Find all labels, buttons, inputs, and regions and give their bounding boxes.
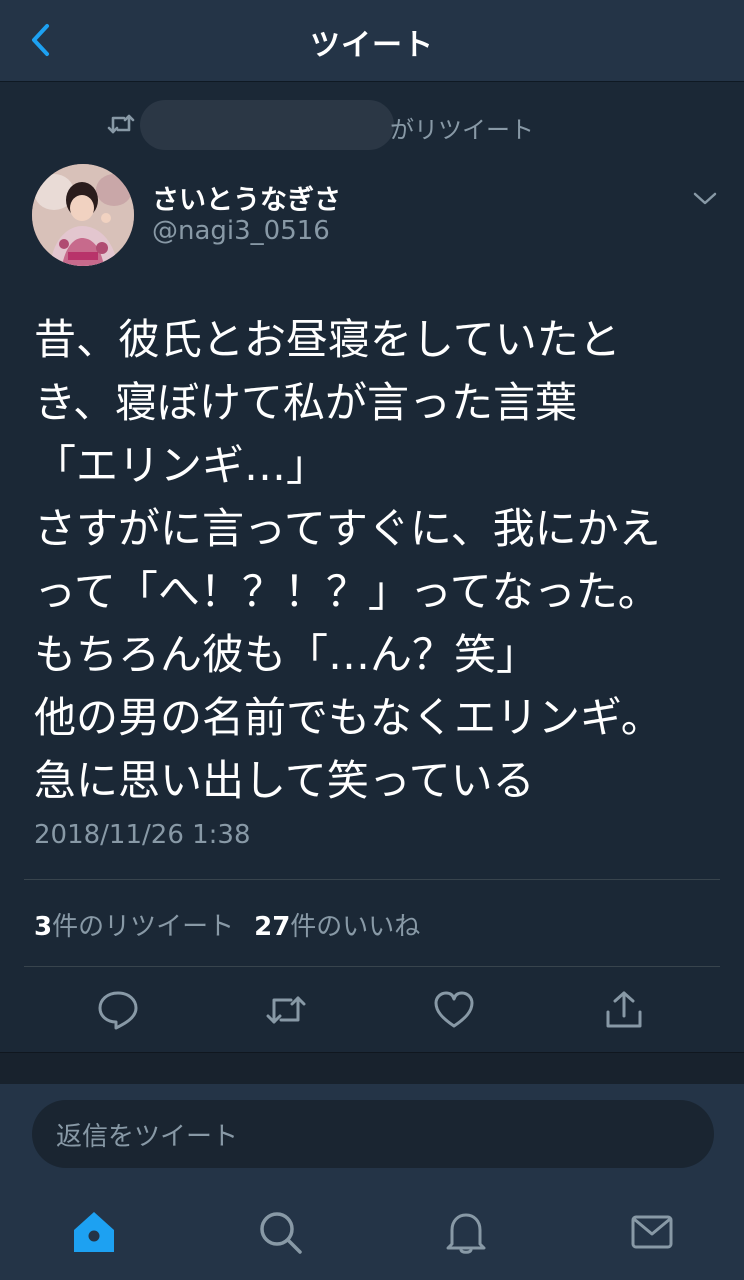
- reply-input[interactable]: 返信をツイート: [32, 1100, 714, 1168]
- like-icon[interactable]: [432, 988, 476, 1032]
- reply-placeholder: 返信をツイート: [56, 1121, 239, 1152]
- avatar-photo: [32, 164, 134, 266]
- search-icon[interactable]: [256, 1208, 304, 1256]
- top-bar: ツイート: [0, 0, 744, 82]
- tweet-line: 他の男の名前でもなくエリンギ。: [34, 693, 663, 742]
- tweet-line: き、寝ぼけて私が言った言葉: [34, 378, 578, 427]
- retweet-count-link[interactable]: 3件のリツイート: [34, 912, 234, 942]
- author-display-name[interactable]: さいとうなぎさ: [152, 178, 341, 217]
- retweet-icon[interactable]: [264, 988, 308, 1032]
- chevron-down-icon[interactable]: [690, 186, 720, 210]
- like-count-link[interactable]: 27件のいいね: [254, 912, 420, 942]
- tweet-stats: 3件のリツイート 27件のいいね: [34, 906, 420, 943]
- messages-icon[interactable]: [628, 1208, 676, 1256]
- reply-icon[interactable]: [96, 988, 140, 1032]
- retweet-count: 3: [34, 912, 53, 942]
- tweet-line: さすがに言ってすぐに、我にかえ: [34, 504, 661, 553]
- retweet-count-label: 件のリツイート: [52, 912, 235, 942]
- tweet-timestamp[interactable]: 2018/11/26 1:38: [34, 820, 251, 850]
- tweet-line: もちろん彼も「…ん？笑」: [34, 630, 539, 679]
- divider: [24, 966, 720, 967]
- retweet-icon: [107, 114, 135, 134]
- home-icon[interactable]: [70, 1208, 118, 1256]
- notifications-icon[interactable]: [442, 1208, 490, 1256]
- tweet-line: 昔、彼氏とお昼寝をしていたと: [34, 315, 621, 364]
- like-count: 27: [254, 912, 291, 942]
- tweet-line: 「エリンギ…」: [34, 441, 329, 490]
- retweet-context: がリツイート: [106, 100, 606, 150]
- divider: [24, 879, 720, 880]
- tweet-text: 昔、彼氏とお昼寝をしていたと き、寝ぼけて私が言った言葉 「エリンギ…」 さすが…: [34, 308, 714, 812]
- share-icon[interactable]: [602, 988, 646, 1032]
- tweet-line: 急に思い出して笑っている: [34, 756, 535, 805]
- redacted-retweeter-name: [140, 100, 394, 150]
- page-title: ツイート: [310, 28, 434, 63]
- avatar[interactable]: [32, 164, 134, 266]
- tweet-line: って「へ！？！？」ってなった。: [34, 567, 660, 616]
- author-handle[interactable]: @nagi3_0516: [152, 216, 330, 246]
- like-count-label: 件のいいね: [290, 912, 421, 942]
- retweet-context-label: がリツイート: [390, 116, 534, 144]
- section-separator: [0, 1052, 744, 1084]
